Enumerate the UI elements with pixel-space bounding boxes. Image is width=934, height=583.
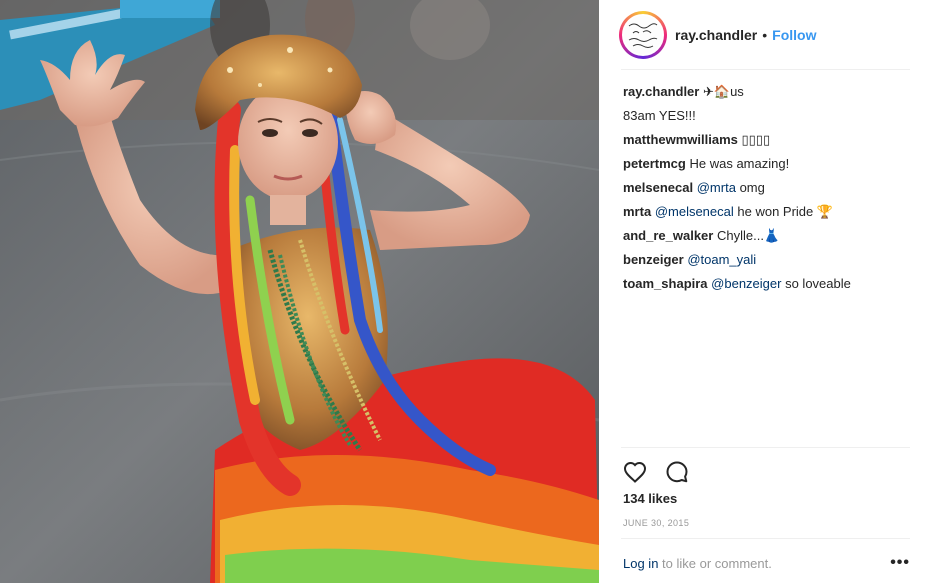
follow-button[interactable]: Follow <box>772 27 816 43</box>
comment-item: matthewmwilliams ▯▯▯▯ <box>623 128 913 152</box>
comment-text: he won Pride 🏆 <box>737 204 834 219</box>
comment-button[interactable] <box>663 458 691 486</box>
comment-mention[interactable]: @melsenecal <box>655 204 734 219</box>
header-separator: • <box>762 27 768 43</box>
comments-list: ray.chandler ✈🏠us 83am YES!!! matthewmwi… <box>623 80 913 296</box>
comment-text: omg <box>739 180 765 195</box>
comment-mention[interactable]: @mrta <box>697 180 736 195</box>
comment-username[interactable]: toam_shapira <box>623 276 708 291</box>
more-options-button[interactable]: ••• <box>890 554 910 572</box>
comment-username[interactable]: petertmcg <box>623 156 686 171</box>
comment-username[interactable]: matthewmwilliams <box>623 132 738 147</box>
handwritten-text-avatar-icon <box>624 16 662 54</box>
post-date: JUNE 30, 2015 <box>623 518 690 528</box>
comment-username[interactable]: and_re_walker <box>623 228 713 243</box>
login-prompt-text: to like or comment. <box>658 556 772 571</box>
post-details-panel: ray.chandler • Follow ray.chandler ✈🏠us … <box>599 0 934 583</box>
comment-icon <box>666 461 688 483</box>
actions-divider <box>621 447 910 448</box>
login-link[interactable]: Log in <box>623 556 658 571</box>
comment-username[interactable]: melsenecal <box>623 180 693 195</box>
like-button[interactable] <box>621 458 649 486</box>
action-bar <box>621 458 691 486</box>
comment-mention[interactable]: @toam_yali <box>687 252 756 267</box>
comment-item: mrta @melsenecal he won Pride 🏆 <box>623 200 913 224</box>
post-photo[interactable] <box>0 0 599 583</box>
comment-text: ✈🏠us <box>702 84 744 99</box>
avatar-image <box>622 14 664 56</box>
comment-item: and_re_walker Chylle...👗 <box>623 224 913 248</box>
comment-item: petertmcg He was amazing! <box>623 152 913 176</box>
post-header: ray.chandler • Follow <box>599 0 934 70</box>
author-avatar[interactable] <box>619 11 667 59</box>
post-image <box>0 0 599 583</box>
comment-text: 83am YES!!! <box>623 108 696 123</box>
comment-text: Chylle...👗 <box>716 228 781 243</box>
comment-item: melsenecal @mrta omg <box>623 176 913 200</box>
author-username[interactable]: ray.chandler <box>675 27 757 43</box>
comment-username[interactable]: ray.chandler <box>623 84 699 99</box>
comment-item: toam_shapira @benzeiger so loveable <box>623 272 913 296</box>
caption: ray.chandler ✈🏠us <box>623 80 913 104</box>
comment-item: benzeiger @toam_yali <box>623 248 913 272</box>
comment-text: He was amazing! <box>689 156 790 171</box>
comment-mention[interactable]: @benzeiger <box>711 276 781 291</box>
comment-username[interactable]: benzeiger <box>623 252 684 267</box>
login-prompt: Log in to like or comment. <box>623 556 772 571</box>
comment-text: ▯▯▯▯ <box>741 132 771 147</box>
caption-continued: 83am YES!!! <box>623 104 913 128</box>
heart-icon <box>623 461 647 483</box>
comment-username[interactable]: mrta <box>623 204 651 219</box>
comment-text: so loveable <box>785 276 851 291</box>
header-divider <box>621 69 910 70</box>
likes-count[interactable]: 134 likes <box>623 491 677 506</box>
login-divider <box>621 538 910 539</box>
